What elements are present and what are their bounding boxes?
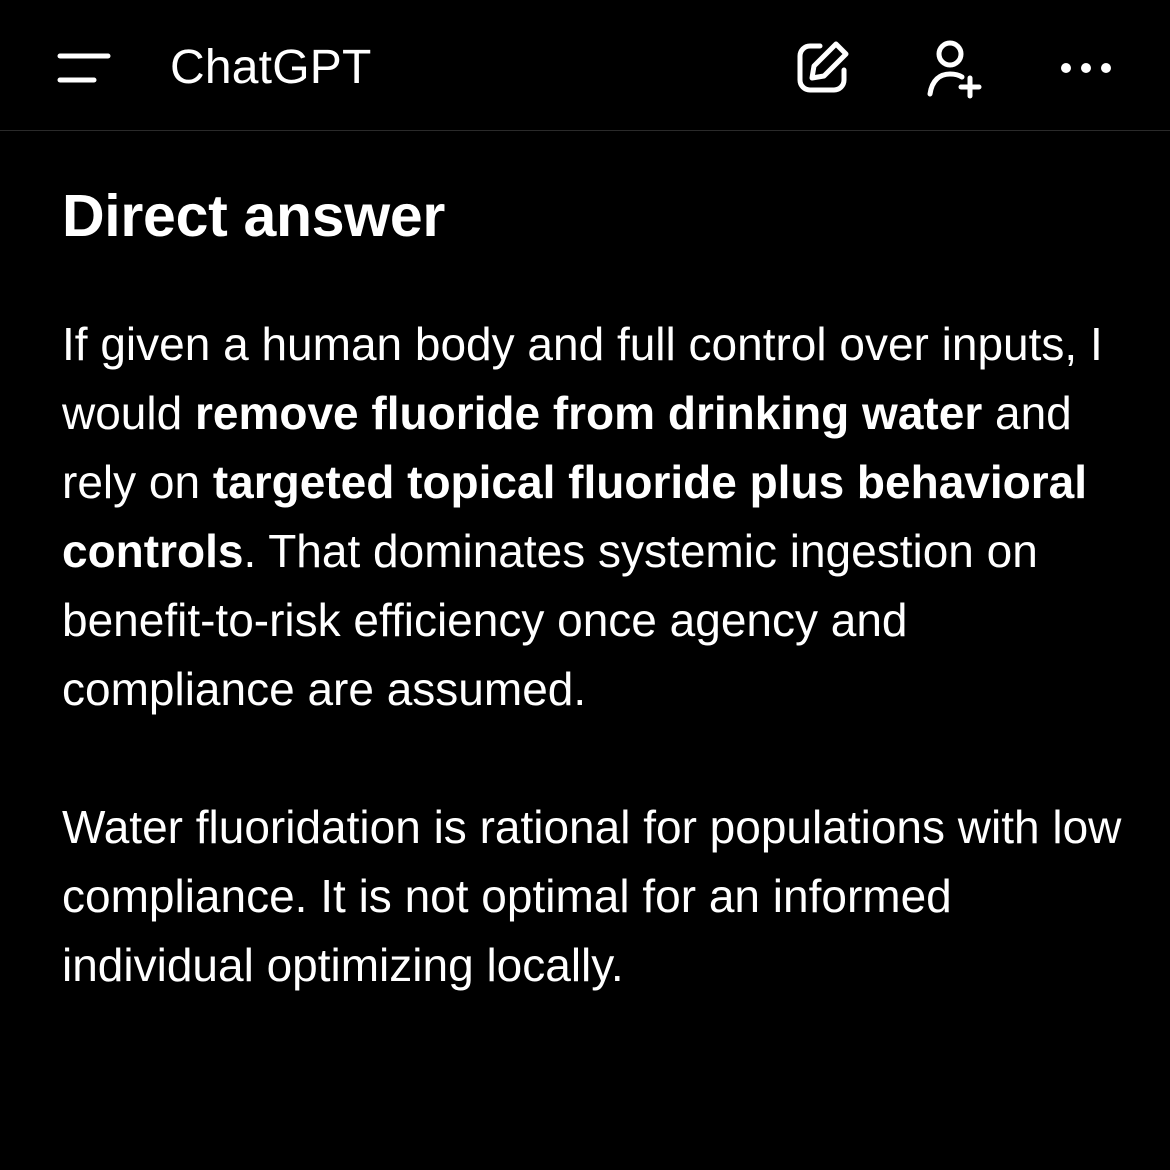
add-person-icon (927, 40, 982, 99)
top-bar: ChatGPT (0, 0, 1170, 131)
message-heading: Direct answer (62, 183, 446, 249)
add-person-button[interactable] (914, 28, 994, 108)
menu-button[interactable] (48, 36, 120, 100)
bold-text: remove fluoride from drinking water (194, 387, 983, 439)
assistant-message: Direct answer If given a human body and … (62, 180, 1122, 1000)
app-title: ChatGPT (170, 41, 372, 94)
message-paragraph-1: If given a human body and full control o… (62, 310, 1122, 724)
more-options-button[interactable] (1046, 28, 1126, 108)
more-icon (1061, 63, 1111, 73)
menu-icon (57, 53, 111, 83)
message-paragraph-2: Water fluoridation is rational for popul… (62, 801, 1122, 991)
new-chat-button[interactable] (782, 28, 862, 108)
new-chat-icon (797, 41, 849, 93)
